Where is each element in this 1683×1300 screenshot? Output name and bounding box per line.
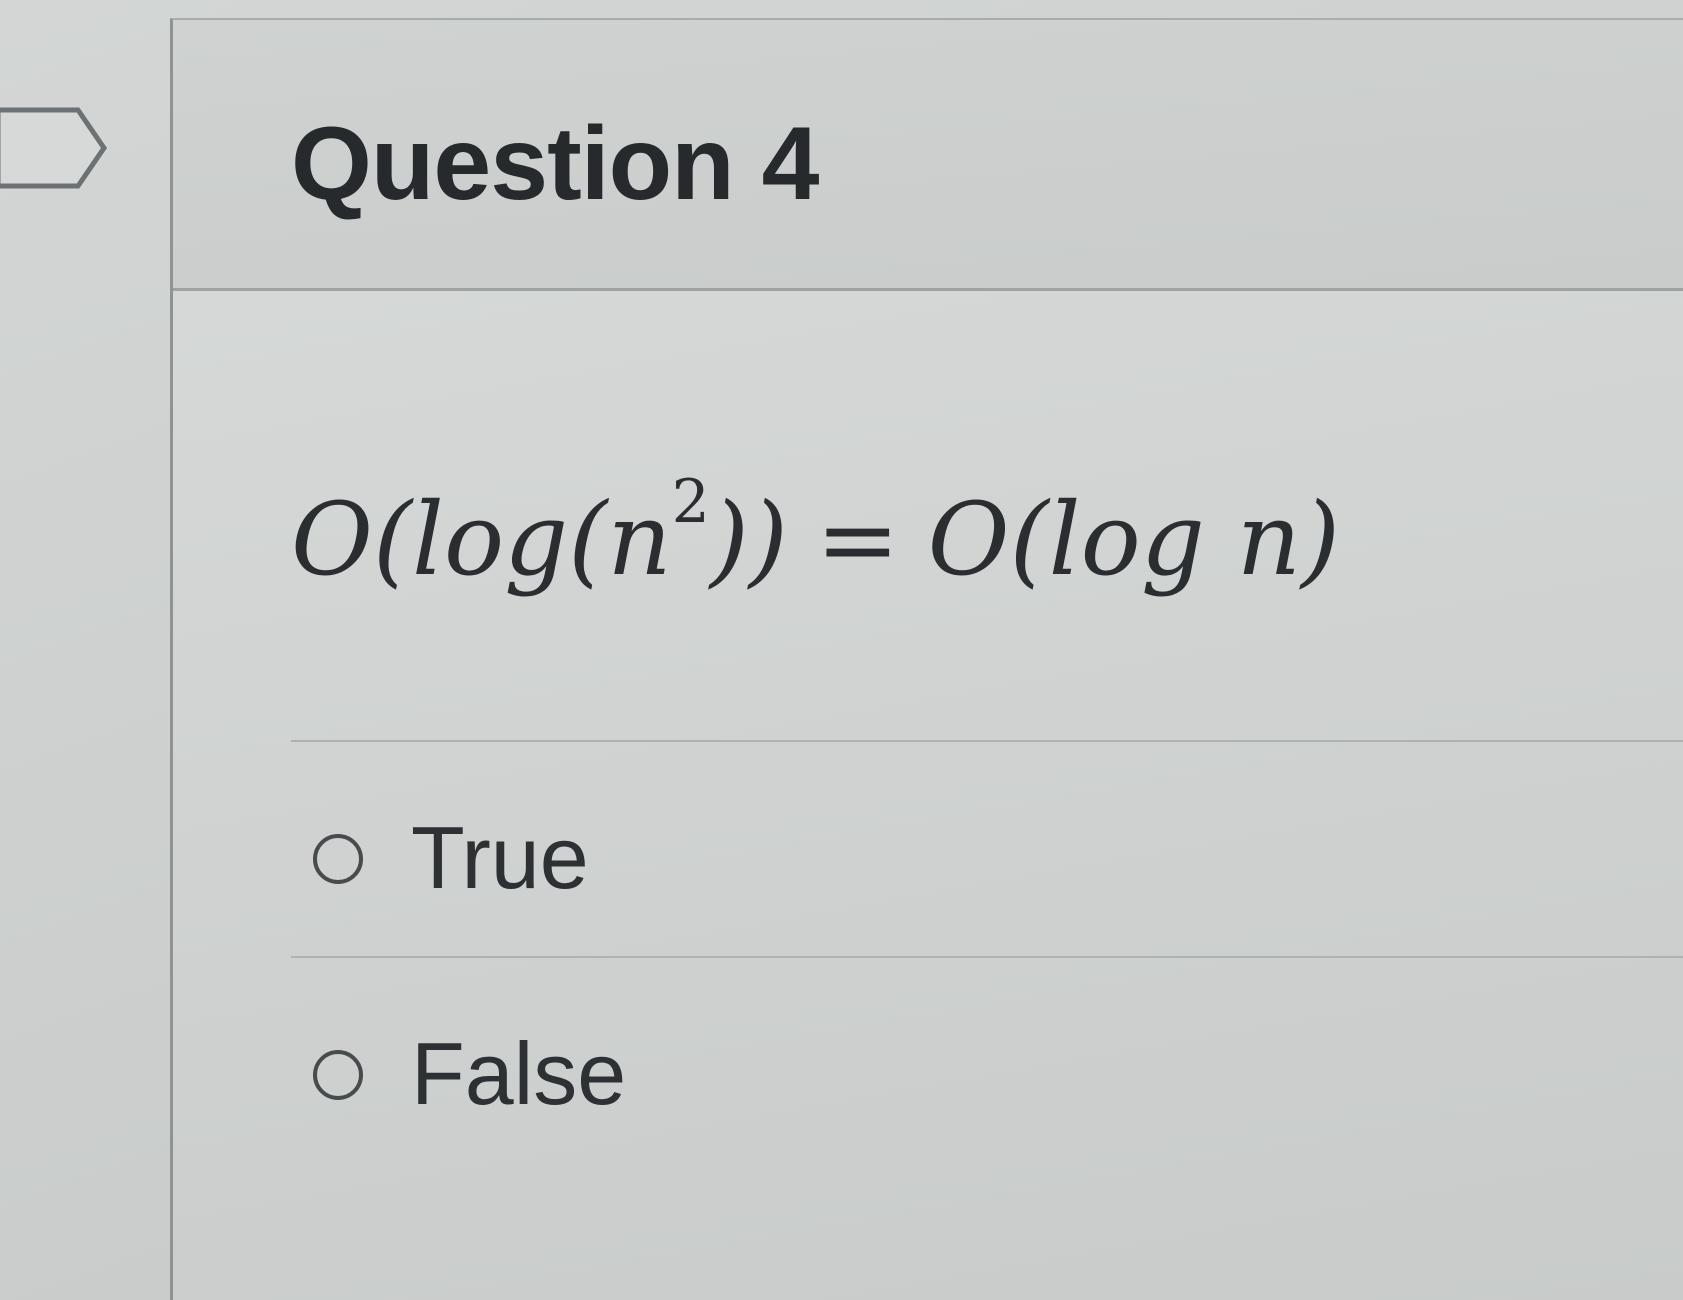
question-title: Question 4 <box>291 106 819 222</box>
answer-label-false[interactable]: False <box>411 1030 626 1118</box>
statement-rhs: O(log n) <box>927 481 1341 598</box>
question-panel: Question 4 O(log(n2)) = O(log n) True Fals… <box>170 18 1683 1300</box>
question-statement: O(log(n2)) = O(log n) <box>291 472 1340 590</box>
left-rail <box>0 0 170 1300</box>
statement-lhs-suffix: )) <box>709 481 788 598</box>
statement-lhs-prefix: O(log(n <box>291 481 672 598</box>
radio-unselected-icon[interactable] <box>313 834 363 884</box>
statement-relation: = <box>815 481 900 598</box>
question-header: Question 4 <box>173 20 1683 291</box>
flag-marker-icon[interactable] <box>0 104 114 192</box>
radio-unselected-icon[interactable] <box>313 1050 363 1100</box>
statement-exponent: 2 <box>671 467 710 537</box>
answer-label-true[interactable]: True <box>411 814 589 902</box>
answer-option-false[interactable]: False <box>291 956 1683 1172</box>
answer-list: True False <box>291 740 1683 1172</box>
answer-option-true[interactable]: True <box>291 740 1683 956</box>
